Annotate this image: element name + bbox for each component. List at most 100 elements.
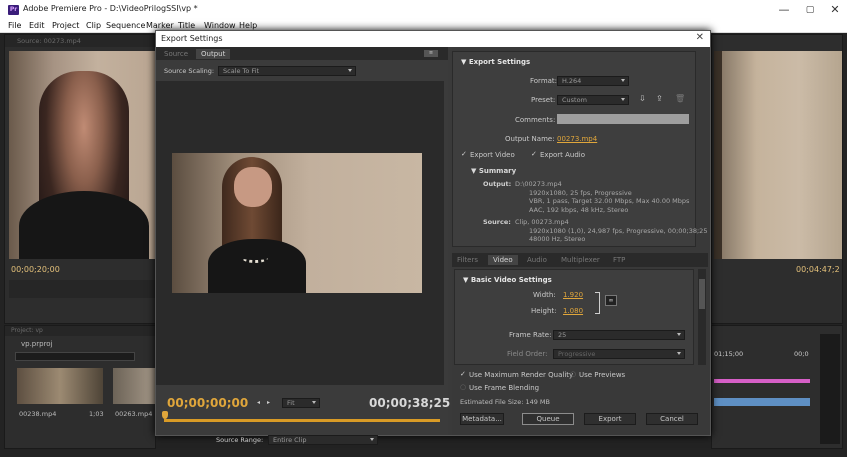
clip-2-name: 00263.mp4 [115,410,153,418]
project-file-name: vp.prproj [21,340,53,348]
summary-output-line-3: VBR, 1 pass, Target 32.00 Mbps, Max 40.0… [529,197,690,205]
link-icon[interactable]: ∞ [605,295,617,306]
step-back-icon[interactable]: ◂ [257,399,260,406]
timecode-out: 00;00;38;25 [369,396,451,410]
chevron-down-icon [348,69,352,72]
export-video-label: Export Video [470,151,515,159]
program-monitor-panel: 00;04:47;2 [711,34,843,324]
menu-help[interactable]: Help [239,21,257,30]
project-panel-tab[interactable]: Project: vp [11,327,43,334]
settings-pane: ▼ Export Settings Format: H.264 Preset: … [452,47,710,435]
tab-multiplexer[interactable]: Multiplexer [556,255,605,265]
source-monitor-video [9,51,157,259]
cancel-button[interactable]: Cancel [646,413,698,425]
preset-label: Preset: [531,96,556,104]
app-title-bar: Pr Adobe Premiere Pro - D:\VideoPrilogSS… [0,0,847,20]
dialog-close-icon[interactable]: ✕ [696,32,704,43]
chevron-down-icon [621,98,625,101]
preview-pane: Source Output ≡ Source Scaling: Scale To… [156,47,451,445]
timeline-clip-blue[interactable] [714,398,810,406]
frame-rate-dropdown[interactable]: 25 [553,330,685,340]
width-value[interactable]: 1.920 [563,291,583,299]
output-name-link[interactable]: 00273.mp4 [557,135,597,143]
output-preview-video [172,153,422,293]
chevron-down-icon [370,438,374,441]
source-transport-bar [9,280,155,298]
use-previews-label: Use Previews [579,371,626,379]
delete-preset-icon[interactable]: 🗑 [675,94,685,103]
frame-blending-checkbox[interactable]: ○ [460,384,467,391]
minimize-button[interactable]: — [775,3,793,17]
source-range-bar[interactable] [164,419,440,422]
summary-source-line-1: Clip, 00273.mp4 [515,218,569,226]
metadata-button[interactable]: Metadata... [460,413,504,425]
use-previews-checkbox[interactable]: ○ [570,371,577,378]
menu-project[interactable]: Project [52,21,79,30]
timeline-ruler-time-2: 00;0 [794,350,809,358]
format-dropdown[interactable]: H.264 [557,76,629,86]
clip-thumbnail-2[interactable] [113,368,157,404]
summary-output-line-1: D:\00273.mp4 [515,180,562,188]
clip-thumbnail-1[interactable] [17,368,103,404]
tab-output[interactable]: Output [196,49,231,59]
dialog-title-bar: Export Settings ✕ [156,31,710,47]
summary-header[interactable]: ▼ Summary [471,167,516,175]
menu-window[interactable]: Window [204,21,236,30]
field-order-label: Field Order: [507,350,548,358]
source-panel-tab[interactable]: Source: 00273.mp4 [17,37,81,45]
export-settings-header: ▼ Export Settings [461,58,531,66]
import-preset-icon[interactable]: ⇪ [656,94,663,103]
scrollbar-thumb[interactable] [699,279,705,309]
close-window-button[interactable]: ✕ [826,3,844,17]
timecode-in: 00;00;00;00 [167,396,249,410]
source-monitor-panel: Source: 00273.mp4 00;00;20;00 [4,34,157,324]
panel-menu-icon[interactable]: ≡ [424,50,438,57]
tab-filters[interactable]: Filters [452,255,483,265]
tab-audio[interactable]: Audio [522,255,552,265]
source-range-dropdown[interactable]: Entire Clip [268,435,378,445]
estimated-file-size: Estimated File Size: 149 MB [460,398,550,406]
source-timecode: 00;00;20;00 [11,265,60,274]
source-scaling-dropdown[interactable]: Scale To Fit [218,66,356,76]
menu-edit[interactable]: Edit [29,21,45,30]
save-preset-icon[interactable]: ⇩ [639,94,646,103]
maximize-button[interactable]: ▢ [801,3,819,17]
menu-sequence[interactable]: Sequence [106,21,145,30]
timeline-clip-pink[interactable] [714,379,810,383]
preview-tabbar: Source Output ≡ [156,47,448,60]
field-order-dropdown[interactable]: Progressive [553,349,685,359]
tab-source[interactable]: Source [159,49,193,59]
preset-dropdown[interactable]: Custom [557,95,629,105]
zoom-fit-dropdown[interactable]: Fit [282,398,320,408]
chevron-down-icon [312,401,316,404]
menu-clip[interactable]: Clip [86,21,101,30]
playhead-icon[interactable] [162,411,168,419]
program-monitor-video [714,51,842,259]
basic-video-header[interactable]: ▼ Basic Video Settings [463,276,552,284]
max-render-checkbox[interactable]: ✓ [460,371,467,378]
comments-input[interactable] [557,114,689,124]
menu-file[interactable]: File [8,21,21,30]
tab-ftp[interactable]: FTP [608,255,630,265]
settings-scrollbar[interactable] [698,269,706,365]
summary-output-line-2: 1920x1080, 25 fps, Progressive [529,188,632,197]
program-timecode: 00;04:47;2 [796,265,840,274]
project-panel: Project: vp vp.prproj 00238.mp4 1;03 002… [4,325,157,449]
chevron-down-icon [621,79,625,82]
height-value[interactable]: 1.080 [563,307,583,315]
source-scaling-label: Source Scaling: [164,67,215,75]
menu-marker[interactable]: Marker [146,21,174,30]
preview-area [156,81,444,385]
export-settings-section: ▼ Export Settings Format: H.264 Preset: … [452,51,707,247]
step-forward-icon[interactable]: ▸ [267,399,270,406]
frame-blending-label: Use Frame Blending [469,384,540,392]
project-search-input[interactable] [15,352,135,361]
aspect-bracket [595,292,600,314]
tab-video[interactable]: Video [488,255,518,265]
chevron-down-icon [677,333,681,336]
menu-title[interactable]: Title [178,21,195,30]
export-audio-checkbox[interactable]: ✓ [531,151,538,158]
export-video-checkbox[interactable]: ✓ [461,151,468,158]
export-button[interactable]: Export [584,413,636,425]
queue-button[interactable]: Queue [522,413,574,425]
